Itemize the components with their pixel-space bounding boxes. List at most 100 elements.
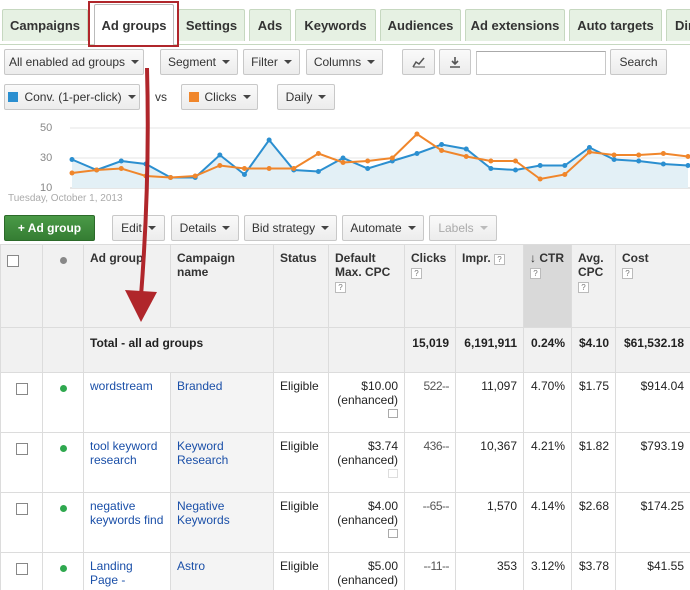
chevron-down-icon — [479, 226, 488, 230]
total-clicks: 15,019 — [404, 327, 456, 373]
series-0-point-16 — [463, 146, 469, 152]
header-cost[interactable]: Cost? — [615, 244, 690, 328]
series-1-point-5 — [192, 173, 198, 179]
cpc-note: (enhanced) — [337, 513, 398, 527]
cost-cell: $174.25 — [615, 492, 690, 553]
ad-group-link[interactable]: wordstream — [90, 379, 153, 393]
bid-chart-icon[interactable] — [388, 409, 398, 418]
help-icon[interactable]: ? — [335, 282, 346, 293]
header-default-cpc-label: Default Max. CPC — [335, 251, 391, 279]
tab-ad-groups[interactable]: Ad groups — [94, 4, 174, 46]
avg-cpc-cell: $1.82 — [571, 432, 616, 493]
total-label: Total - all ad groups — [90, 336, 204, 350]
automate-label: Automate — [350, 221, 402, 235]
series-1-point-14 — [414, 131, 420, 137]
automate-button[interactable]: Automate — [342, 215, 424, 241]
table-row: wordstream Branded Eligible $10.00 (enhan… — [0, 372, 690, 433]
row-checkbox[interactable] — [15, 563, 28, 575]
default-cpc-cell[interactable]: $10.00 (enhanced) — [328, 372, 405, 433]
campaign-link[interactable]: Branded — [177, 379, 222, 393]
cpc-note: (enhanced) — [337, 453, 398, 467]
series-1-point-13 — [389, 155, 395, 161]
series-1-point-18 — [513, 158, 519, 164]
table-row: tool keyword research Keyword Research E… — [0, 432, 690, 493]
series-1-point-21 — [586, 149, 592, 155]
header-avg-cpc[interactable]: Avg. CPC? — [571, 244, 616, 328]
series-0-point-23 — [636, 158, 642, 164]
default-cpc-cell[interactable]: $4.00 (enhanced) — [328, 492, 405, 553]
row-checkbox[interactable] — [15, 383, 28, 395]
series-1-point-10 — [315, 151, 321, 156]
header-ad-group[interactable]: Ad group — [83, 244, 171, 328]
cost-cell: $793.19 — [615, 432, 690, 493]
add-ad-group-button[interactable]: + Ad group — [4, 215, 95, 241]
clicks-value: 65 — [429, 499, 443, 513]
series-1-point-0 — [69, 170, 75, 176]
header-ctr[interactable]: ↓ CTR? — [523, 244, 572, 328]
select-all-checkbox[interactable] — [7, 255, 19, 267]
status-dot-icon — [59, 445, 67, 452]
header-clicks[interactable]: Clicks? — [404, 244, 456, 328]
header-clicks-label: Clicks — [411, 251, 447, 265]
series-0-point-11 — [340, 155, 346, 161]
campaign-link[interactable]: Astro — [177, 559, 205, 573]
impr-cell: 10,367 — [455, 432, 524, 493]
header-cost-label: Cost — [622, 251, 649, 265]
header-campaign[interactable]: Campaign name — [170, 244, 274, 328]
status-dot-icon — [59, 505, 67, 512]
table-row: Landing Page - Astro Eligible $5.00 (enha… — [0, 552, 690, 590]
bid-strategy-button[interactable]: Bid strategy — [244, 215, 337, 241]
status-cell: Eligible — [273, 432, 329, 493]
cpc-value: $3.74 — [367, 439, 398, 453]
help-icon[interactable]: ? — [622, 268, 633, 279]
header-status[interactable]: Status — [273, 244, 329, 328]
table-header-row: Ad group Campaign name Status Default Ma… — [0, 244, 690, 328]
help-icon[interactable]: ? — [411, 268, 422, 279]
campaign-link[interactable]: Negative Keywords — [177, 499, 230, 527]
series-1-point-23 — [636, 152, 642, 158]
details-button[interactable]: Details — [171, 215, 239, 241]
total-avg-cpc: $4.10 — [571, 327, 616, 373]
series-1-point-7 — [241, 166, 247, 171]
cpc-note: (enhanced) — [337, 573, 398, 587]
labels-button[interactable]: Labels — [429, 215, 497, 241]
bid-chart-icon[interactable] — [388, 469, 398, 478]
series-0-point-20 — [562, 163, 568, 168]
ad-group-link[interactable]: Landing Page - — [90, 559, 133, 587]
bid-chart-icon[interactable] — [388, 529, 398, 538]
edit-button[interactable]: Edit — [112, 215, 165, 241]
header-default-cpc[interactable]: Default Max. CPC? — [328, 244, 405, 328]
status-dot-icon — [59, 565, 67, 572]
table-row: negative keywords find Negative Keywords… — [0, 492, 690, 553]
edit-label: Edit — [121, 221, 142, 235]
series-0-point-22 — [611, 157, 617, 162]
avg-cpc-cell: $1.75 — [571, 372, 616, 433]
cpc-value: $10.00 — [361, 379, 398, 393]
ad-group-link[interactable]: tool keyword research — [90, 439, 157, 467]
row-checkbox[interactable] — [15, 443, 28, 455]
help-icon[interactable]: ? — [578, 282, 589, 293]
chevron-down-icon — [222, 226, 231, 230]
series-0-point-6 — [217, 152, 223, 158]
status-dot-icon — [59, 385, 67, 392]
row-checkbox[interactable] — [15, 503, 28, 515]
cost-cell: $914.04 — [615, 372, 690, 433]
default-cpc-cell[interactable]: $3.74 (enhanced) — [328, 432, 405, 493]
series-1-point-2 — [118, 166, 124, 171]
series-0-point-19 — [537, 163, 543, 168]
cpc-value: $4.00 — [367, 499, 398, 513]
default-cpc-cell[interactable]: $5.00 (enhanced) — [328, 552, 405, 590]
clicks-cell: 436-- — [404, 432, 456, 493]
series-0-point-0 — [69, 157, 75, 162]
header-impr[interactable]: Impr. ? — [455, 244, 524, 328]
ctr-cell: 3.12% — [523, 552, 572, 590]
help-icon[interactable]: ? — [494, 254, 506, 265]
ad-group-link[interactable]: negative keywords find — [90, 499, 163, 527]
avg-cpc-cell: $3.78 — [571, 552, 616, 590]
select-all-cell — [0, 244, 43, 328]
series-1-point-8 — [266, 166, 272, 171]
help-icon[interactable]: ? — [530, 268, 541, 279]
series-1-point-4 — [168, 175, 174, 180]
total-row: Total - all ad groups 15,019 6,191,911 0… — [0, 327, 690, 373]
campaign-link[interactable]: Keyword Research — [177, 439, 228, 467]
